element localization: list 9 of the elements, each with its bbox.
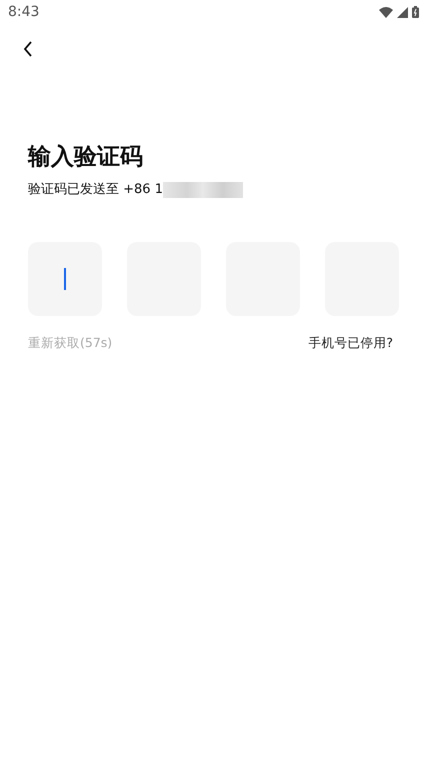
battery-icon [412, 6, 419, 18]
wifi-icon [379, 6, 393, 18]
back-icon [23, 40, 33, 57]
help-link[interactable]: 手机号已停用? [308, 334, 393, 352]
sent-to-text: 验证码已发送至 +86 1 [28, 181, 163, 199]
code-field[interactable] [28, 242, 102, 316]
status-time: 8:43 [8, 2, 40, 22]
signal-icon [397, 6, 408, 18]
page-title: 输入验证码 [28, 143, 144, 172]
